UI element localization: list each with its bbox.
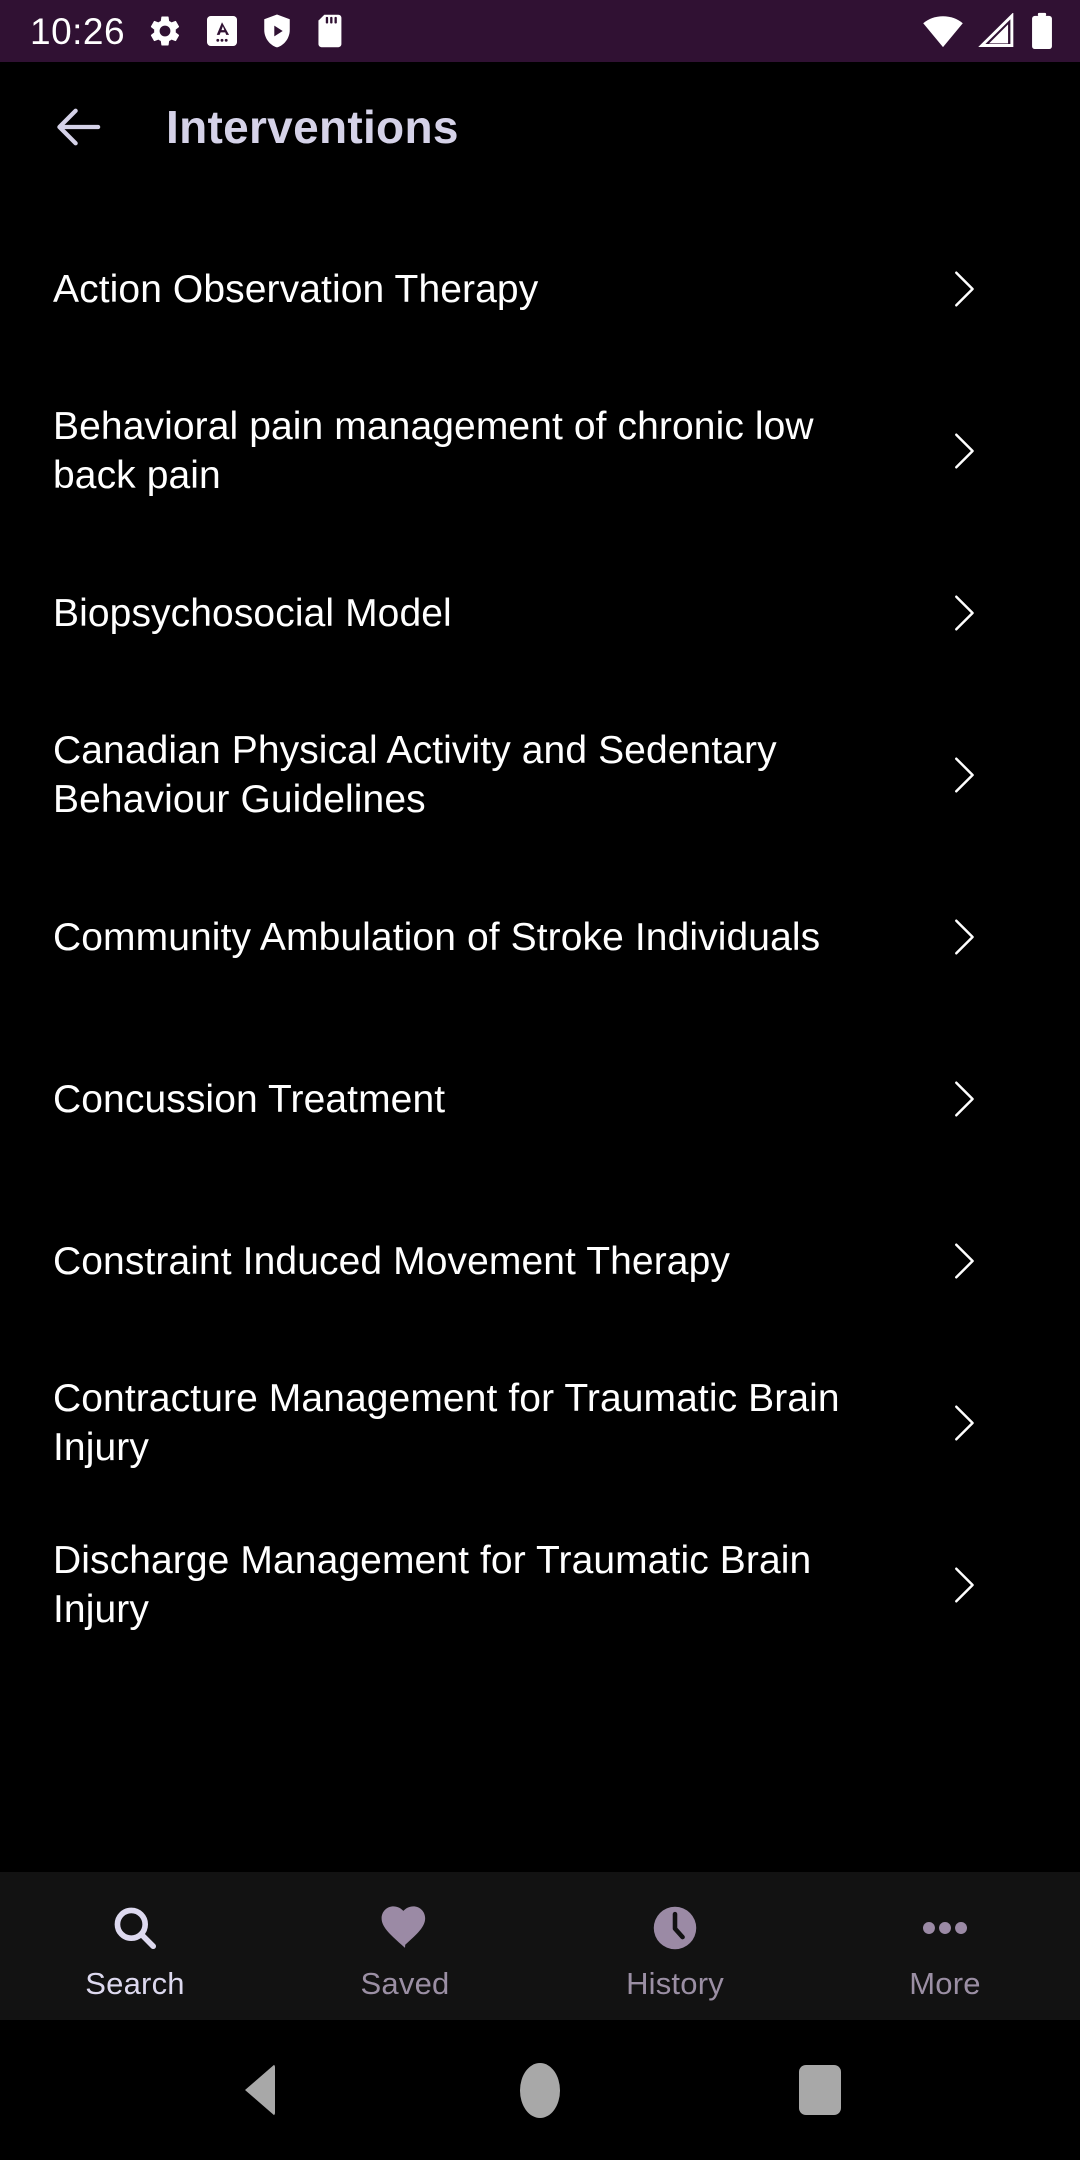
list-item-label: Discharge Management for Traumatic Brain… [53,1539,812,1631]
list-item[interactable]: Behavioral pain management of chronic lo… [0,370,1080,532]
list-item[interactable]: Constraint Induced Movement Therapy [0,1180,1080,1342]
android-home-button[interactable] [505,2055,575,2125]
app-bar: Interventions [0,62,1080,192]
triangle-back-icon [245,2064,275,2116]
android-recents-button[interactable] [785,2055,855,2125]
wifi-icon [923,16,963,48]
search-icon [107,1900,163,1956]
bottom-navigation-bar: Search Saved History More [0,1872,1080,2020]
interventions-list[interactable]: Action Observation Therapy Behavioral pa… [0,192,1080,1872]
list-item-label: Constraint Induced Movement Therapy [53,1239,730,1283]
more-dots-icon [917,1900,973,1956]
list-item[interactable]: Concussion Treatment [0,1018,1080,1180]
sd-card-icon [318,14,342,48]
list-item-label: Canadian Physical Activity and Sedentary… [53,729,777,821]
status-bar: 10:26 [0,0,1080,62]
gear-icon [150,16,180,46]
android-system-nav [0,2020,1080,2160]
cell-signal-icon [978,13,1014,47]
a-card-icon [207,16,238,46]
chevron-right-icon [933,1069,993,1129]
clock-icon [647,1900,703,1956]
list-item-label: Contracture Management for Traumatic Bra… [53,1377,840,1469]
list-item[interactable]: Contracture Management for Traumatic Bra… [0,1342,1080,1504]
nav-item-history[interactable]: History [540,1872,810,2020]
nav-label-more: More [909,1965,981,2001]
list-item[interactable]: Canadian Physical Activity and Sedentary… [0,694,1080,856]
chevron-right-icon [933,907,993,967]
status-bar-left: 10:26 [30,13,345,50]
status-bar-right [922,12,1054,50]
list-item-label: Biopsychosocial Model [53,591,452,635]
list-item-label: Concussion Treatment [53,1077,446,1121]
back-button[interactable] [42,90,116,164]
battery-icon [1032,12,1052,50]
chevron-right-icon [933,1393,993,1453]
list-item[interactable]: Discharge Management for Traumatic Brain… [0,1504,1080,1666]
nav-label-history: History [626,1965,724,2001]
nav-item-saved[interactable]: Saved [270,1872,540,2020]
nav-label-search: Search [85,1965,185,2001]
android-back-button[interactable] [225,2055,295,2125]
chevron-right-icon [933,1555,993,1615]
page-title: Interventions [166,101,459,153]
heart-icon [377,1900,433,1956]
list-item-label: Community Ambulation of Stroke Individua… [53,915,821,959]
square-recents-icon [799,2065,841,2115]
arrow-left-icon [57,108,101,146]
list-item-label: Action Observation Therapy [53,267,539,311]
chevron-right-icon [933,1231,993,1291]
list-item[interactable]: Community Ambulation of Stroke Individua… [0,856,1080,1018]
chevron-right-icon [933,583,993,643]
phone-screen: 10:26 Interventions Action Observation T… [0,0,1080,2160]
chevron-right-icon [933,259,993,319]
nav-label-saved: Saved [360,1965,450,2001]
status-notification-icons [147,13,345,49]
list-item[interactable]: Action Observation Therapy [0,208,1080,370]
status-time: 10:26 [30,10,126,52]
circle-home-icon [520,2062,560,2118]
shield-play-icon [264,14,290,48]
chevron-right-icon [933,745,993,805]
chevron-right-icon [933,421,993,481]
nav-item-more[interactable]: More [810,1872,1080,2020]
list-item[interactable]: Biopsychosocial Model [0,532,1080,694]
nav-item-search[interactable]: Search [0,1872,270,2020]
list-item-label: Behavioral pain management of chronic lo… [53,405,814,497]
